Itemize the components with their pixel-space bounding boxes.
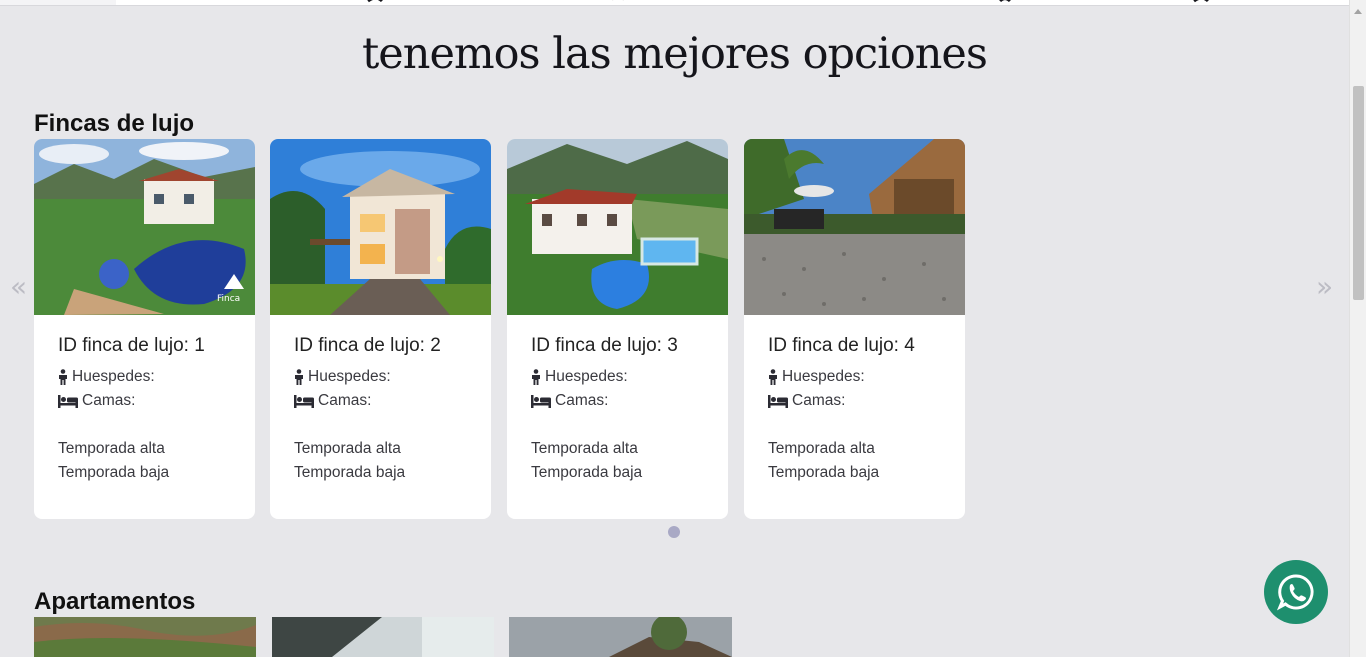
property-card[interactable]: ID finca de lujo: 2 Huespedes: Camas: Te… <box>270 139 491 519</box>
property-title[interactable]: ID finca de lujo: 3 <box>531 335 704 357</box>
property-card[interactable]: ID finca de lujo: 3 Huespedes: Camas: Te… <box>507 139 728 519</box>
property-photo[interactable] <box>507 139 728 315</box>
beds-label: Camas: <box>792 392 846 409</box>
property-photo[interactable] <box>270 139 491 315</box>
carousel-prev-button[interactable]: « <box>10 270 27 303</box>
property-title[interactable]: ID finca de lujo: 1 <box>58 335 231 357</box>
person-icon <box>532 369 540 385</box>
svg-text:Finca: Finca <box>217 294 240 304</box>
guests-row: Huespedes: <box>531 365 704 389</box>
property-title[interactable]: ID finca de lujo: 4 <box>768 335 941 357</box>
person-icon <box>59 369 67 385</box>
scroll-up-arrow[interactable] <box>1354 9 1362 14</box>
beds-row: Camas: <box>294 389 467 413</box>
hero-heading-text: tenemos las mejores opciones <box>362 29 988 79</box>
guests-label: Huespedes: <box>782 368 865 385</box>
beds-row: Camas: <box>531 389 704 413</box>
season-low: Temporada baja <box>531 464 643 481</box>
carousel-page-dot[interactable] <box>668 526 680 538</box>
person-icon <box>295 369 303 385</box>
property-title[interactable]: ID finca de lujo: 2 <box>294 335 467 357</box>
beds-row: Camas: <box>768 389 941 413</box>
bed-icon <box>768 395 788 408</box>
season-high: Temporada alta <box>58 440 165 457</box>
whatsapp-button[interactable] <box>1264 560 1328 624</box>
beds-row: Camas: <box>58 389 231 413</box>
season-high: Temporada alta <box>768 440 875 457</box>
property-photo[interactable]: Finca <box>34 139 255 315</box>
guests-row: Huespedes: <box>294 365 467 389</box>
apartment-photo[interactable] <box>509 617 732 657</box>
season-low: Temporada baja <box>294 464 406 481</box>
season-low: Temporada baja <box>58 464 170 481</box>
beds-label: Camas: <box>555 392 609 409</box>
carousel-next-button[interactable]: » <box>1316 270 1333 303</box>
property-card[interactable]: Finca ID finca de lujo: 1 Huespedes: Cam… <box>34 139 255 519</box>
season-low: Temporada baja <box>768 464 880 481</box>
guests-label: Huespedes: <box>72 368 155 385</box>
bed-icon <box>58 395 78 408</box>
bed-icon <box>531 395 551 408</box>
scroll-thumb[interactable] <box>1353 86 1364 300</box>
page-scrollbar[interactable] <box>1349 0 1366 657</box>
guests-label: Huespedes: <box>308 368 391 385</box>
guests-row: Huespedes: <box>768 365 941 389</box>
beds-label: Camas: <box>82 392 136 409</box>
bed-icon <box>294 395 314 408</box>
season-high: Temporada alta <box>294 440 401 457</box>
guests-label: Huespedes: <box>545 368 628 385</box>
section-title-luxury: Fincas de lujo <box>34 110 195 137</box>
apartment-photo[interactable] <box>34 617 256 657</box>
season-high: Temporada alta <box>531 440 638 457</box>
guests-row: Huespedes: <box>58 365 231 389</box>
property-card[interactable]: ID finca de lujo: 4 Huespedes: Camas: Te… <box>744 139 965 519</box>
section-title-apartments: Apartamentos <box>34 588 196 615</box>
whatsapp-icon <box>1277 574 1314 611</box>
hero-heading-cut-line <box>0 0 1349 27</box>
hero-heading: tenemos las mejores opciones <box>0 0 1349 81</box>
person-icon <box>769 369 777 385</box>
apartment-photo[interactable] <box>272 617 494 657</box>
property-photo[interactable] <box>744 139 965 315</box>
beds-label: Camas: <box>318 392 372 409</box>
